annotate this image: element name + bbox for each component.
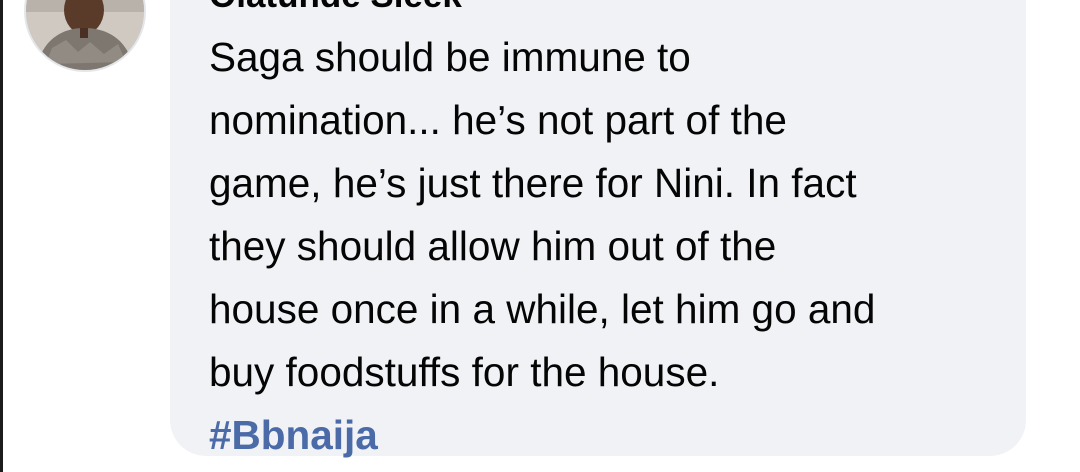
avatar-photo <box>26 0 144 70</box>
comment-text-line: Saga should be immune to <box>209 34 691 80</box>
left-border-divider <box>0 0 3 472</box>
comment-body: Saga should be immune to nomination... h… <box>209 26 1009 467</box>
avatar[interactable] <box>24 0 146 72</box>
comment-text-line: house once in a while, let him go and <box>209 286 876 332</box>
comment-text-line: they should allow him out of the <box>209 223 777 269</box>
comment-text-line: nomination... he’s not part of the <box>209 97 787 143</box>
comment-text-line: buy foodstuffs for the house. <box>209 349 720 395</box>
hashtag-link[interactable]: #Bbnaija <box>209 404 1009 467</box>
comment-author-name[interactable]: Olatunde Sleek <box>209 0 462 16</box>
comment-screenshot: Olatunde Sleek Saga should be immune to … <box>0 0 1080 472</box>
comment-text-line: game, he’s just there for Nini. In fact <box>209 160 857 206</box>
